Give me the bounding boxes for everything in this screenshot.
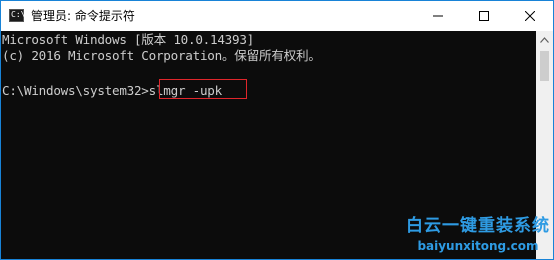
minimize-icon — [433, 15, 443, 17]
watermark-brand: 白云一键重装系统 — [406, 216, 550, 236]
maximize-button[interactable] — [461, 1, 507, 31]
title-bar[interactable]: C:\ 管理员: 命令提示符 — [1, 1, 553, 31]
close-icon — [525, 11, 535, 21]
maximize-icon — [479, 11, 489, 21]
console-copyright-line: (c) 2016 Microsoft Corporation。保留所有权利。 — [2, 48, 321, 63]
window-title: 管理员: 命令提示符 — [31, 9, 135, 23]
scroll-up-button[interactable] — [536, 31, 553, 48]
chevron-up-icon — [540, 36, 549, 43]
cmd-icon[interactable]: C:\ — [9, 9, 26, 22]
command-highlight-box — [159, 79, 247, 99]
close-button[interactable] — [507, 1, 553, 31]
watermark-logo: 白云一键重装系统 baiyunxitong.com — [405, 213, 551, 257]
cmd-icon-glyph: C:\ — [11, 10, 26, 19]
scroll-thumb[interactable] — [540, 51, 549, 81]
minimize-button[interactable] — [415, 1, 461, 31]
cmd-window: C:\ 管理员: 命令提示符 Microsoft Windows [版本 10.… — [0, 0, 554, 260]
watermark-url: baiyunxitong.com — [417, 239, 539, 253]
